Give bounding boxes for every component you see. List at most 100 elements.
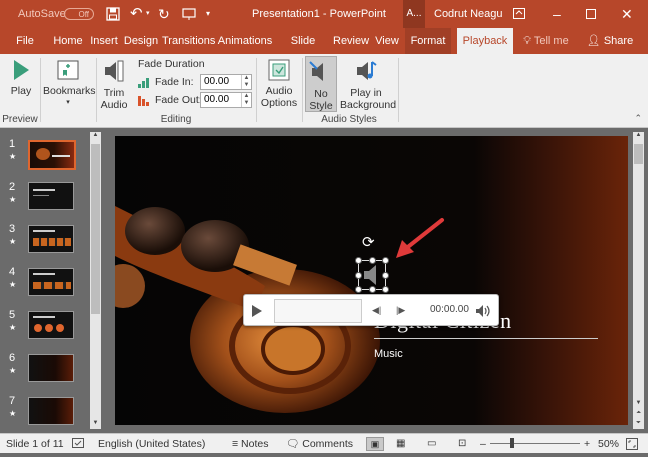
scroll-down-icon[interactable]: ▼ xyxy=(634,400,643,409)
fade-in-spinner[interactable]: 00.00 ▲ ▼ xyxy=(200,74,252,90)
tell-me-box[interactable]: 💡︎ Tell me xyxy=(521,28,571,54)
tab-transitions[interactable]: Transitions xyxy=(162,28,215,54)
undo-dropdown-icon[interactable]: ▾ xyxy=(146,0,150,28)
ribbon-separator xyxy=(256,58,257,122)
ribbon-display-options-icon[interactable] xyxy=(513,0,525,28)
fit-to-window-icon[interactable] xyxy=(626,434,638,454)
play-button[interactable]: Play xyxy=(6,58,36,104)
thumbnail-number: 5 xyxy=(9,309,16,321)
scrollbar-thumb[interactable] xyxy=(91,144,100,314)
tab-review[interactable]: Review xyxy=(333,28,369,54)
slide-thumbnail[interactable] xyxy=(28,268,74,296)
resize-handle[interactable] xyxy=(355,286,362,293)
scroll-down-icon[interactable]: ▼ xyxy=(91,420,100,429)
fade-out-value: 00.00 xyxy=(204,94,230,105)
save-icon[interactable] xyxy=(106,0,120,28)
play-label: Play xyxy=(10,85,32,97)
resize-handle[interactable] xyxy=(355,272,362,279)
animation-star-icon: ★ xyxy=(9,323,17,332)
resize-handle[interactable] xyxy=(369,257,376,264)
autosave-toggle[interactable]: Off xyxy=(64,8,94,20)
zoom-in-icon[interactable]: + xyxy=(584,434,590,454)
user-name[interactable]: Codrut Neagu xyxy=(434,0,503,28)
play-in-background-button[interactable]: Play in Background xyxy=(340,58,396,112)
next-slide-icon[interactable]: ⏷ xyxy=(634,420,643,429)
scroll-up-icon[interactable]: ▲ xyxy=(91,132,100,141)
language-label[interactable]: English (United States) xyxy=(98,434,205,454)
resize-handle[interactable] xyxy=(382,257,389,264)
spinner-arrows-icon[interactable]: ▲ ▼ xyxy=(241,93,251,107)
zoom-slider[interactable] xyxy=(490,438,580,448)
tab-playback[interactable]: Playback xyxy=(457,28,513,54)
slide-sorter-icon[interactable]: ▦ xyxy=(396,434,405,454)
ribbon-separator xyxy=(302,58,303,122)
bookmarks-button[interactable]: Bookmarks ▾ xyxy=(43,58,96,108)
comments-icon: 🗨︎ xyxy=(286,438,303,450)
trim-audio-button[interactable]: Trim Audio xyxy=(99,58,129,111)
start-from-beginning-icon[interactable] xyxy=(182,0,196,28)
maximize-icon[interactable] xyxy=(586,0,596,28)
notes-button[interactable]: ≡ Notes xyxy=(232,434,268,454)
resize-handle[interactable] xyxy=(382,286,389,293)
thumbnail-number: 3 xyxy=(9,223,16,235)
minimize-icon[interactable]: – xyxy=(553,0,561,28)
player-volume-icon[interactable] xyxy=(475,303,491,319)
spell-check-icon[interactable] xyxy=(72,434,86,454)
scrollbar-thumb[interactable] xyxy=(634,144,643,164)
audio-player: ◀| |▶ 00:00.00 xyxy=(243,294,499,326)
tab-slide-show[interactable]: Slide Show xyxy=(276,28,330,73)
slide-thumbnail[interactable] xyxy=(28,397,74,425)
normal-view-icon[interactable]: ▣ xyxy=(366,437,384,451)
scroll-up-icon[interactable]: ▲ xyxy=(634,132,643,141)
zoom-out-icon[interactable]: – xyxy=(480,434,486,454)
slide-thumbnail[interactable] xyxy=(28,140,76,170)
slide-show-icon[interactable]: ⊡ xyxy=(458,434,466,454)
zoom-slider-thumb[interactable] xyxy=(510,438,514,448)
tab-home[interactable]: Home xyxy=(50,28,86,54)
player-back-icon[interactable]: ◀| xyxy=(372,305,381,316)
slide-counter[interactable]: Slide 1 of 11 xyxy=(6,434,64,454)
tab-view[interactable]: View xyxy=(372,28,402,54)
rotate-handle-icon[interactable]: ⟳ xyxy=(362,233,375,251)
account-initial[interactable]: A... xyxy=(403,0,425,28)
player-forward-icon[interactable]: |▶ xyxy=(396,305,405,316)
tab-format[interactable]: Format xyxy=(405,28,451,54)
thumbnail-number: 2 xyxy=(9,181,16,193)
audio-options-line1: Audio xyxy=(265,85,293,97)
slide-scrollbar[interactable]: ▲ ▼ ⏶ ⏷ xyxy=(633,132,644,429)
ribbon-separator xyxy=(40,58,41,122)
slide-thumbnail[interactable] xyxy=(28,225,74,253)
collapse-ribbon-icon[interactable]: ⌃ xyxy=(634,113,642,124)
slide-canvas[interactable]: Digital Citizen Music ⟳ xyxy=(115,136,628,425)
previous-slide-icon[interactable]: ⏶ xyxy=(634,410,643,419)
tab-animations[interactable]: Animations xyxy=(217,28,273,54)
slide-subtitle[interactable]: Music xyxy=(374,348,403,360)
resize-handle[interactable] xyxy=(355,257,362,264)
redo-icon[interactable]: ↻ xyxy=(158,0,170,28)
comments-button[interactable]: 🗨︎ Comments xyxy=(286,434,353,454)
slide-thumbnail[interactable] xyxy=(28,182,74,210)
slide-thumbnail[interactable] xyxy=(28,354,74,382)
close-icon[interactable]: ✕ xyxy=(621,0,633,28)
animation-star-icon: ★ xyxy=(9,409,17,418)
player-progress-bar[interactable] xyxy=(274,299,362,323)
resize-handle[interactable] xyxy=(382,272,389,279)
audio-options-button[interactable]: Audio Options xyxy=(258,58,300,112)
tab-design[interactable]: Design xyxy=(123,28,159,54)
customize-qat-icon[interactable]: ▾ xyxy=(206,0,210,28)
no-style-button[interactable]: No Style xyxy=(305,56,337,112)
tab-file[interactable]: File xyxy=(10,28,40,54)
animation-star-icon: ★ xyxy=(9,366,17,375)
slide-thumbnail[interactable] xyxy=(28,311,74,339)
undo-icon[interactable]: ↶ xyxy=(130,0,143,28)
share-button[interactable]: 👤︎ Share xyxy=(586,28,634,54)
tab-insert[interactable]: Insert xyxy=(88,28,120,54)
thumbnail-scrollbar[interactable]: ▲ ▼ xyxy=(90,132,101,429)
player-play-icon[interactable] xyxy=(250,303,264,319)
audio-icon-selection[interactable] xyxy=(355,257,389,293)
reading-view-icon[interactable]: ▭ xyxy=(427,434,436,454)
resize-handle[interactable] xyxy=(369,286,376,293)
fade-out-spinner[interactable]: 00.00 ▲ ▼ xyxy=(200,92,252,108)
spinner-arrows-icon[interactable]: ▲ ▼ xyxy=(241,75,251,89)
zoom-level[interactable]: 50% xyxy=(598,434,619,454)
